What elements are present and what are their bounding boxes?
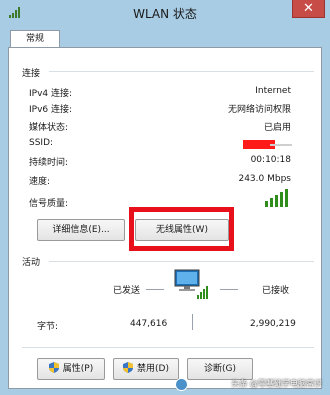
bytes-separator <box>192 314 193 330</box>
highlight-box <box>129 207 234 251</box>
media-state-row: 媒体状态: 已启用 <box>29 120 291 133</box>
received-label: 已接收 <box>262 286 290 296</box>
ipv4-value: Internet <box>255 86 291 96</box>
duration-label: 持续时间: <box>29 158 69 168</box>
actions-divider <box>22 347 314 348</box>
uac-shield-icon <box>123 362 134 373</box>
media-state-value: 已启用 <box>263 123 291 133</box>
activity-divider <box>49 261 314 262</box>
watermark-text: 头条 @零基础学电脑常识 <box>231 379 322 388</box>
activity-section-title: 活动 <box>22 258 41 268</box>
watermark-avatar-icon <box>175 378 188 391</box>
details-button[interactable]: 详细信息(E)... <box>37 219 125 241</box>
connection-divider <box>49 71 314 72</box>
properties-button[interactable]: 属性(P) <box>37 358 105 380</box>
signal-quality-bars <box>265 189 291 207</box>
ipv6-label: IPv6 连接: <box>29 105 73 115</box>
ssid-label: SSID: <box>29 138 54 148</box>
duration-row: 持续时间: 00:10:18 <box>29 155 291 168</box>
title-bar[interactable]: WLAN 状态 ✕ <box>0 0 330 24</box>
signal-bar <box>265 201 268 207</box>
close-button[interactable]: ✕ <box>292 0 325 18</box>
signal-bar <box>285 189 288 207</box>
signal-bar <box>280 192 283 207</box>
ipv6-value: 无网络访问权限 <box>227 105 291 115</box>
ipv6-row: IPv6 连接: 无网络访问权限 <box>29 102 291 115</box>
bytes-label: 字节: <box>37 322 59 332</box>
duration-value: 00:10:18 <box>250 155 291 165</box>
sent-label: 已发送 <box>113 286 141 296</box>
connection-section-title: 连接 <box>22 69 41 79</box>
disable-button[interactable]: 禁用(D) <box>113 358 179 380</box>
media-state-label: 媒体状态: <box>29 123 69 133</box>
sent-line <box>146 289 164 290</box>
disable-label: 禁用(D) <box>137 364 169 374</box>
properties-label: 属性(P) <box>62 364 94 374</box>
network-computer-icon <box>174 269 208 299</box>
tab-strip: 常规 <box>8 24 322 48</box>
uac-shield-icon <box>48 362 59 373</box>
ssid-redaction-smudge <box>270 144 292 146</box>
received-line <box>220 289 238 290</box>
bytes-received-value: 2,990,219 <box>250 319 296 329</box>
wlan-status-window: WLAN 状态 ✕ 常规 连接 IPv4 连接: Internet IPv6 连… <box>0 0 330 395</box>
diagnose-button[interactable]: 诊断(G) <box>187 358 253 380</box>
signal-quality-label: 信号质量: <box>29 199 69 209</box>
tab-general[interactable]: 常规 <box>10 30 60 48</box>
window-title: WLAN 状态 <box>133 7 197 21</box>
speed-value: 243.0 Mbps <box>238 174 291 184</box>
ipv4-label: IPv4 连接: <box>29 89 73 99</box>
speed-label: 速度: <box>29 177 51 187</box>
speed-row: 速度: 243.0 Mbps <box>29 174 291 187</box>
signal-bar <box>275 195 278 207</box>
ipv4-row: IPv4 连接: Internet <box>29 86 291 99</box>
signal-bar <box>270 198 273 207</box>
bytes-sent-value: 447,616 <box>130 319 168 329</box>
